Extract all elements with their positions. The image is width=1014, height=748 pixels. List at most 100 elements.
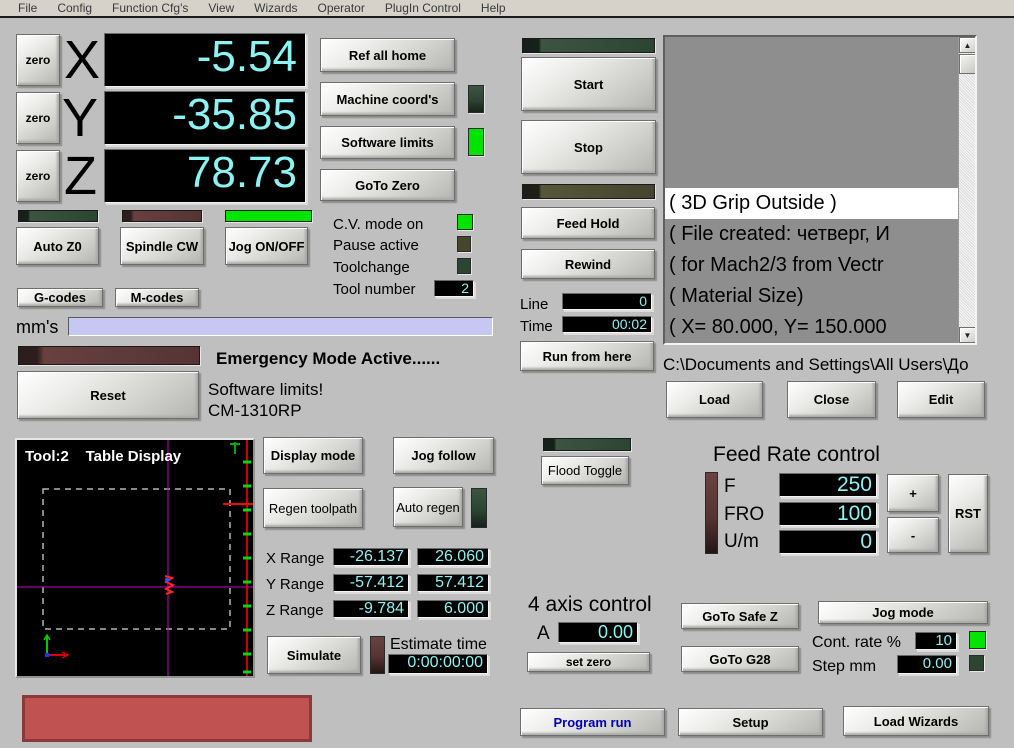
x-range-max: 26.060 <box>417 548 489 566</box>
tool-number-value[interactable]: 2 <box>434 280 474 297</box>
menu-plugin-control[interactable]: PlugIn Control <box>375 1 471 15</box>
jog-onoff-button[interactable]: Jog ON/OFF <box>225 227 308 265</box>
stop-button[interactable]: Stop <box>521 120 656 174</box>
cont-rate-value[interactable]: 10 <box>915 632 957 650</box>
gcode-line-current[interactable]: ( 3D Grip Outside ) <box>665 188 958 219</box>
gcode-line[interactable]: ( for Mach2/3 from Vectr <box>665 250 958 281</box>
program-run-tab-button[interactable]: Program run <box>520 708 665 736</box>
axis-z-letter: Z <box>64 146 97 206</box>
a-axis-value[interactable]: 0.00 <box>558 622 638 643</box>
pause-active-label: Pause active <box>333 237 419 254</box>
ref-all-home-button[interactable]: Ref all home <box>320 38 455 72</box>
menu-operator[interactable]: Operator <box>308 1 375 15</box>
toolchange-label: Toolchange <box>333 259 410 276</box>
start-button[interactable]: Start <box>521 57 656 111</box>
emergency-text: Emergency Mode Active...... <box>216 349 441 368</box>
auto-z0-button[interactable]: Auto Z0 <box>16 227 99 265</box>
toolpath-canvas <box>17 440 253 676</box>
toolpath-display[interactable]: Tool:2 Table Display <box>15 438 255 678</box>
spindle-cw-button[interactable]: Spindle CW <box>120 227 204 265</box>
toolpath-display-label: Table Display <box>85 448 182 465</box>
goto-g28-button[interactable]: GoTo G28 <box>681 646 799 672</box>
menu-file[interactable]: File <box>8 1 47 15</box>
dro-y-value[interactable]: -35.85 <box>104 91 306 145</box>
display-mode-button[interactable]: Display mode <box>263 437 363 474</box>
spindle-cw-led <box>122 210 202 222</box>
cont-rate-label: Cont. rate % <box>812 634 901 651</box>
dro-x-value[interactable]: -5.54 <box>104 33 306 87</box>
step-value[interactable]: 0.00 <box>897 655 957 674</box>
reset-button[interactable]: Reset <box>17 371 199 419</box>
menu-help[interactable]: Help <box>471 1 516 15</box>
gcode-line[interactable]: ( Material Size) <box>665 281 958 312</box>
set-zero-button[interactable]: set zero <box>527 652 650 672</box>
estimate-time-label: Estimate time <box>390 636 487 653</box>
toolchange-led <box>457 258 471 274</box>
edit-button[interactable]: Edit <box>897 381 985 418</box>
run-from-here-button[interactable]: Run from here <box>520 341 654 371</box>
x-range-label: X Range <box>266 550 325 567</box>
menu-view[interactable]: View <box>198 1 244 15</box>
load-wizards-button[interactable]: Load Wizards <box>843 706 989 736</box>
um-value[interactable]: 0 <box>779 530 877 554</box>
simulate-led <box>370 636 385 674</box>
gcode-scrollbar[interactable]: ▲ ▼ <box>958 37 975 343</box>
gcode-line[interactable]: ( File created: четверг, И <box>665 219 958 250</box>
machine-coords-button[interactable]: Machine coord's <box>320 82 455 116</box>
scroll-down-icon[interactable]: ▼ <box>959 327 975 343</box>
y-range-max: 57.412 <box>417 574 489 592</box>
feed-hold-button[interactable]: Feed Hold <box>521 207 655 239</box>
z-range-min: -9.784 <box>333 600 409 618</box>
rewind-button[interactable]: Rewind <box>521 249 655 279</box>
gcode-window[interactable]: ( 3D Grip Outside ) ( File created: четв… <box>663 35 977 345</box>
feed-rate-title: Feed Rate control <box>713 443 880 466</box>
estimate-time-value: 0:00:00:00 <box>388 654 488 674</box>
feed-rate-plus-button[interactable]: + <box>887 474 939 512</box>
feed-rate-rst-button[interactable]: RST <box>948 474 988 553</box>
z-range-max: 6.000 <box>417 600 489 618</box>
mach3-main-screen: File Config Function Cfg's View Wizards … <box>0 0 1014 748</box>
feed-hold-led <box>522 184 655 199</box>
f-value[interactable]: 250 <box>779 473 877 497</box>
gcode-lines: ( 3D Grip Outside ) ( File created: четв… <box>665 188 958 343</box>
gcode-file-path: C:\Documents and Settings\All Users\До <box>663 355 969 374</box>
menu-config[interactable]: Config <box>47 1 102 15</box>
setup-tab-button[interactable]: Setup <box>678 708 823 736</box>
dro-z-value[interactable]: 78.73 <box>104 149 306 203</box>
auto-z0-led <box>18 210 98 222</box>
jog-follow-button[interactable]: Jog follow <box>393 437 494 474</box>
um-label: U/m <box>724 531 759 552</box>
mdi-input[interactable] <box>68 317 493 336</box>
m-codes-button[interactable]: M-codes <box>115 288 199 307</box>
fro-value[interactable]: 100 <box>779 502 877 526</box>
step-led <box>969 655 984 671</box>
scroll-up-icon[interactable]: ▲ <box>959 37 975 53</box>
line-value[interactable]: 0 <box>562 293 652 310</box>
feed-rate-minus-button[interactable]: - <box>887 517 939 553</box>
simulate-button[interactable]: Simulate <box>267 636 361 674</box>
toolpath-title: Tool:2 Table Display <box>25 448 181 465</box>
start-led <box>522 38 655 53</box>
z-range-label: Z Range <box>266 602 324 619</box>
axis4-title: 4 axis control <box>528 593 652 616</box>
auto-regen-button[interactable]: Auto regen <box>393 487 463 527</box>
zero-y-button[interactable]: zero <box>16 92 60 144</box>
g-codes-button[interactable]: G-codes <box>17 288 103 307</box>
fro-label: FRO <box>724 504 765 525</box>
menu-function-cfgs[interactable]: Function Cfg's <box>102 1 198 15</box>
jog-mode-button[interactable]: Jog mode <box>818 601 988 624</box>
software-limits-button[interactable]: Software limits <box>320 126 455 159</box>
goto-safe-z-button[interactable]: GoTo Safe Z <box>681 603 799 629</box>
zero-z-button[interactable]: zero <box>16 150 60 202</box>
zero-x-button[interactable]: zero <box>16 34 60 86</box>
menu-wizards[interactable]: Wizards <box>244 1 307 15</box>
close-button[interactable]: Close <box>787 381 876 418</box>
gcode-line[interactable]: ( X= 80.000, Y= 150.000 <box>665 312 958 343</box>
regen-toolpath-button[interactable]: Regen toolpath <box>263 488 363 528</box>
load-button[interactable]: Load <box>666 381 763 418</box>
flood-toggle-button[interactable]: Flood Toggle <box>541 456 629 485</box>
auto-regen-led <box>471 488 487 528</box>
scrollbar-thumb[interactable] <box>959 54 975 74</box>
goto-zero-button[interactable]: GoTo Zero <box>320 169 455 201</box>
feed-rate-led <box>705 472 718 554</box>
